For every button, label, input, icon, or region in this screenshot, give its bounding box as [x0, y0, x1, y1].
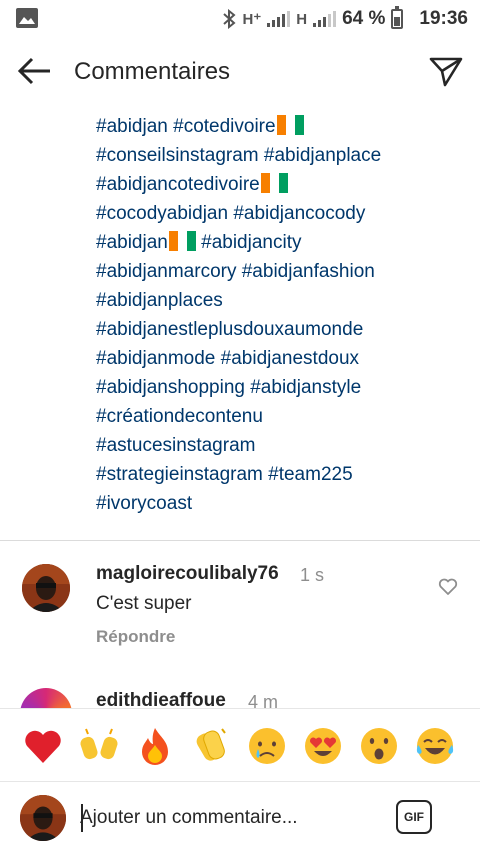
clock: 19:36 [419, 8, 468, 29]
fire-emoji-icon[interactable] [134, 725, 176, 767]
hashtag-line[interactable]: #abidjanplaces [96, 286, 466, 315]
hashtag-line[interactable]: #abidjanestleplusdouxaumonde [96, 315, 466, 344]
raising-hands-emoji-icon[interactable] [78, 725, 120, 767]
hashtag-line[interactable]: #conseilsinstagram #abidjanplace [96, 141, 466, 170]
hashtag-line[interactable]: #abidjan #abidjancity [96, 228, 466, 257]
hashtag-line[interactable]: #ivorycoast [96, 489, 466, 518]
hashtag-line[interactable]: #astucesinstagram [96, 431, 466, 460]
red-heart-emoji-icon[interactable] [22, 725, 64, 767]
clapping-hands-emoji-icon[interactable] [190, 725, 232, 767]
signal-icon-1 [267, 11, 291, 27]
comment-username[interactable]: magloirecoulibaly76 [96, 563, 279, 585]
hashtag-text[interactable]: #abidjan #cotedivoire [96, 116, 276, 137]
network-type-1: H⁺ [242, 11, 262, 28]
ivory-coast-flag-icon [260, 173, 288, 193]
ivory-coast-flag-icon [276, 115, 304, 135]
divider [0, 540, 480, 541]
hashtag-line[interactable]: #abidjan #cotedivoire [96, 112, 466, 141]
hashtag-line[interactable]: #abidjancotedivoire [96, 170, 466, 199]
signal-icon-2 [313, 11, 337, 27]
text-cursor [81, 804, 83, 832]
crying-face-emoji-icon[interactable] [246, 725, 288, 767]
own-avatar [20, 795, 66, 841]
hashtag-text[interactable]: #abidjanplaces [96, 290, 223, 311]
gallery-notification-icon [16, 8, 38, 28]
tears-of-joy-emoji-icon[interactable] [414, 725, 456, 767]
avatar-image [20, 795, 66, 841]
hashtag-line[interactable]: #créationdecontenu [96, 402, 466, 431]
hashtag-text[interactable]: #abidjan [96, 232, 168, 253]
post-caption: #abidjan #cotedivoire #conseilsinstagram … [96, 112, 466, 518]
hashtag-line[interactable]: #cocodyabidjan #abidjancocody [96, 199, 466, 228]
hashtag-text[interactable]: #strategieinstagram #team225 [96, 464, 353, 485]
page-title: Commentaires [74, 58, 231, 85]
hashtag-text[interactable]: #abidjanshopping #abidjanstyle [96, 377, 361, 398]
top-app-bar: Commentaires [0, 38, 480, 104]
gif-button[interactable]: GIF [396, 800, 432, 834]
status-bar: H⁺ H 64 % 19:36 [0, 0, 480, 38]
status-icons: H⁺ H 64 % 19:36 [222, 0, 468, 38]
heart-eyes-emoji-icon[interactable] [302, 725, 344, 767]
heart-outline-icon[interactable] [438, 578, 458, 596]
hashtag-line[interactable]: #strategieinstagram #team225 [96, 460, 466, 489]
avatar-image [22, 564, 70, 612]
hashtag-text[interactable]: #conseilsinstagram #abidjanplace [96, 145, 381, 166]
hashtag-text[interactable]: #abidjanmode #abidjanestdoux [96, 348, 359, 369]
ivory-coast-flag-icon [168, 231, 196, 251]
comment-input[interactable] [80, 804, 380, 832]
bluetooth-icon [223, 9, 237, 29]
avatar[interactable] [22, 564, 70, 612]
network-type-2: H [296, 10, 308, 28]
arrow-left-icon[interactable] [16, 54, 54, 88]
emoji-quick-bar [0, 708, 480, 782]
hashtag-text[interactable]: #abidjanestleplusdouxaumonde [96, 319, 363, 340]
hashtag-text[interactable]: #créationdecontenu [96, 406, 263, 427]
reply-button[interactable]: Répondre [96, 627, 175, 647]
comment-time: 1 s [300, 565, 325, 585]
hashtag-text[interactable]: #abidjancotedivoire [96, 174, 260, 195]
battery-percent: 64 % [342, 8, 386, 29]
paper-plane-icon[interactable] [428, 54, 464, 88]
hashtag-text[interactable]: #astucesinstagram [96, 435, 255, 456]
surprised-face-emoji-icon[interactable] [358, 725, 400, 767]
battery-icon [391, 6, 404, 29]
hashtag-line[interactable]: #abidjanshopping #abidjanstyle [96, 373, 466, 402]
hashtag-text[interactable]: #cocodyabidjan #abidjancocody [96, 203, 365, 224]
hashtag-text[interactable]: #abidjanmarcory #abidjanfashion [96, 261, 375, 282]
hashtag-line[interactable]: #abidjanmarcory #abidjanfashion [96, 257, 466, 286]
hashtag-line[interactable]: #abidjanmode #abidjanestdoux [96, 344, 466, 373]
comment-composer: GIF [0, 782, 480, 854]
comment-text: C'est super [96, 593, 192, 614]
hashtag-text[interactable]: #abidjancity [196, 232, 301, 253]
hashtag-text[interactable]: #ivorycoast [96, 493, 192, 514]
